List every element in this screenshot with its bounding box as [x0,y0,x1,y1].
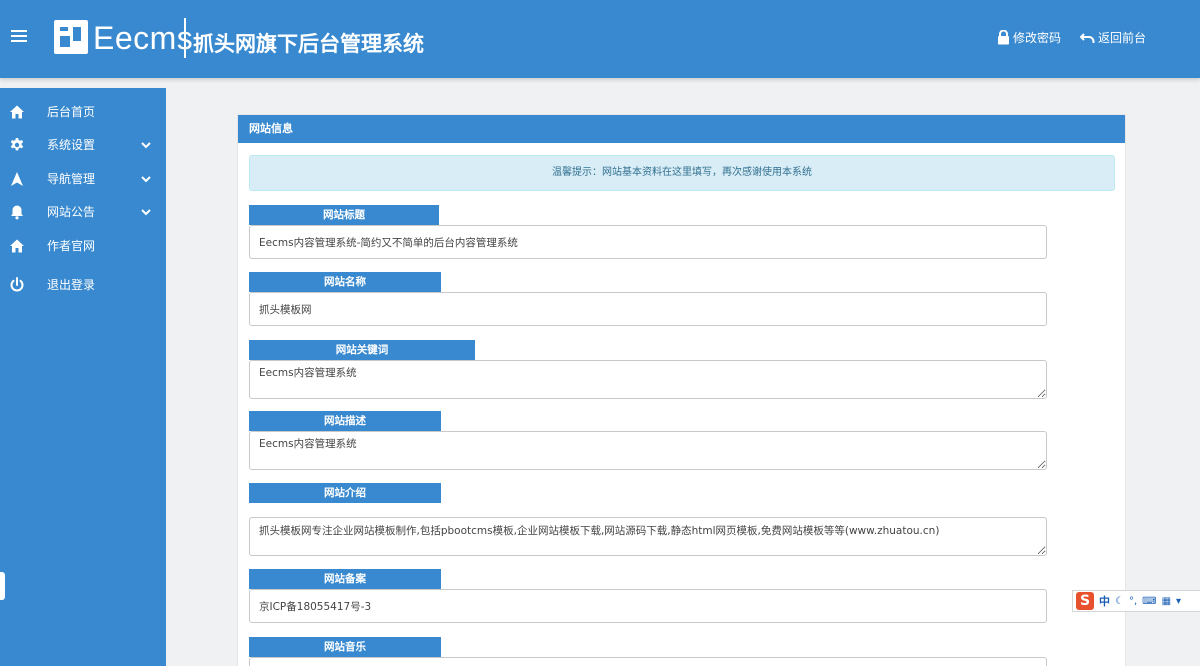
shirt-icon[interactable]: ▾ [1176,596,1181,607]
site-title-label: 网站标题 [249,205,439,225]
chevron-down-icon [141,176,151,183]
moon-icon[interactable]: ☾ [1115,596,1124,607]
site-description-label: 网站描述 [249,411,441,431]
sidebar: 后台首页 系统设置 导航管理 网站公告 作者官网 退出登录 [0,88,166,666]
site-music-input[interactable] [249,657,1047,666]
site-description-textarea[interactable]: Eecms内容管理系统 [249,431,1047,470]
change-password-link[interactable]: 修改密码 [997,29,1061,46]
sidebar-item-announcements[interactable]: 网站公告 [0,200,166,224]
sidebar-item-navigation[interactable]: 导航管理 [0,167,166,191]
top-header: Eecms 抓头网旗下后台管理系统 修改密码 返回前台 [0,0,1200,78]
site-keywords-textarea[interactable]: Eecms内容管理系统 [249,360,1047,399]
punctuation-icon[interactable]: °, [1129,596,1137,607]
sidebar-collapse-handle[interactable] [0,572,5,600]
sidebar-item-author-site[interactable]: 作者官网 [0,234,166,258]
sidebar-item-logout[interactable]: 退出登录 [0,273,166,297]
chevron-down-icon [141,209,151,216]
lock-icon [998,30,1009,45]
sidebar-item-label: 网站公告 [47,205,96,219]
sidebar-item-label: 后台首页 [47,105,96,119]
site-intro-textarea[interactable]: 抓头模板网专注企业网站模板制作,包括pbootcms模板,企业网站模板下载,网站… [249,517,1047,556]
site-icp-label: 网站备案 [249,569,441,589]
back-to-front-link[interactable]: 返回前台 [1080,29,1146,46]
site-intro-label: 网站介绍 [249,483,441,503]
sidebar-item-label: 退出登录 [47,278,96,292]
sidebar-item-label: 系统设置 [47,138,96,152]
site-music-label: 网站音乐 [249,637,441,657]
logo-text: Eecms [93,20,194,56]
site-title-input[interactable] [249,225,1047,259]
logo-divider [184,18,186,58]
site-icp-input[interactable] [249,589,1047,623]
sidebar-item-home[interactable]: 后台首页 [0,100,166,124]
grid-icon[interactable]: ▦ [1162,596,1171,607]
sogou-logo-icon: S [1076,592,1094,610]
sidebar-item-label: 导航管理 [47,172,96,186]
menu-toggle-icon[interactable] [11,30,27,44]
sidebar-item-settings[interactable]: 系统设置 [0,133,166,157]
gear-icon [10,138,24,151]
navigation-arrow-icon [11,172,23,186]
bell-icon [11,205,23,220]
site-name-label: 网站名称 [249,272,441,292]
chevron-down-icon [141,142,151,149]
power-icon [10,277,24,292]
notice-alert: 温馨提示：网站基本资料在这里填写，再次感谢使用本系统 [249,155,1115,191]
logo-mark-icon [54,20,88,54]
panel-title: 网站信息 [238,115,1125,143]
site-info-panel: 网站信息 温馨提示：网站基本资料在这里填写，再次感谢使用本系统 网站标题 网站名… [237,114,1126,666]
back-to-front-label: 返回前台 [1098,31,1147,45]
site-name-input[interactable] [249,292,1047,326]
home-icon [10,239,24,253]
site-keywords-label: 网站关键词 [249,340,475,360]
sidebar-item-label: 作者官网 [47,239,96,253]
keyboard-icon[interactable]: ⌨ [1142,596,1156,607]
home-icon [10,105,24,119]
ime-mode-label[interactable]: 中 [1099,593,1110,609]
undo-icon [1080,32,1095,43]
change-password-label: 修改密码 [1013,31,1062,45]
site-title: 抓头网旗下后台管理系统 [193,32,424,56]
ime-toolbar[interactable]: S 中 ☾ °, ⌨ ▦ ▾ [1072,590,1200,612]
